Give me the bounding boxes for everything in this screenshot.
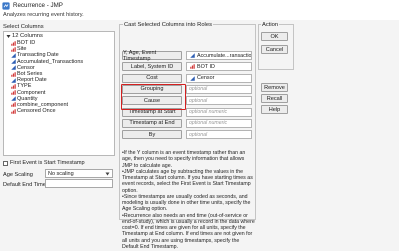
role-drop-box[interactable]: Accumulate...ransactions [186,51,252,60]
role-button-label-system-id[interactable]: Label, System ID [122,62,182,72]
default-end-timestamp-input[interactable] [45,179,113,188]
role-button-timestamp-at-end[interactable]: Timestamp at End [122,118,182,128]
age-scaling-select[interactable]: No scaling [45,169,113,178]
cast-roles-title: Cast Selected Columns into Roles [123,22,213,28]
column-item[interactable]: Censored Once [4,108,114,114]
role-value: Censor [197,75,215,82]
role-drop-box[interactable]: Censor [186,73,252,83]
continuous-icon [189,75,195,81]
column-item-label: Report Date [17,77,47,84]
info-paragraph: •Since timestamps are usually coded as s… [122,193,251,213]
column-list-header[interactable]: 12 Columns [4,32,114,40]
role-placeholder: optional numeric [189,120,228,127]
column-item-label: combine_component [17,101,69,108]
grouping-cause-highlight [121,84,186,110]
collapse-triangle-icon[interactable] [5,33,11,39]
role-placeholder: optional [189,97,208,104]
nominal-icon [10,40,16,46]
jmp-app-icon [2,1,10,10]
column-item-label: Censored Once [17,108,56,115]
role-drop-box[interactable]: optional numeric [186,107,252,117]
nominal-icon [10,102,16,108]
role-placeholder: optional [189,86,208,93]
column-count: 12 Columns [12,33,43,39]
role-drop-box[interactable]: optional numeric [186,118,252,128]
title-bar: Recurrence - JMP [0,0,399,11]
role-button-by[interactable]: By [122,130,182,140]
first-event-option[interactable]: First Event is Start Timestamp [3,160,85,166]
info-paragraph: •If the Y column is an event timestamp r… [122,150,246,169]
first-event-label: First Event is Start Timestamp [10,160,85,166]
info-paragraph: •Recurrence also needs an end time (out-… [122,212,255,250]
column-item-label: Site [17,46,27,53]
cancel-button[interactable]: Cancel [261,45,288,54]
chevron-down-icon [105,172,110,176]
continuous-icon [189,53,195,59]
role-value: BOT ID [197,63,215,70]
role-placeholder: optional [189,131,208,138]
column-item-label: Transacting Date [17,52,59,59]
role-drop-box[interactable]: optional [186,130,252,140]
column-item-label: Censor [17,64,35,71]
role-drop-box[interactable]: optional [186,96,252,106]
nominal-icon [10,71,16,77]
continuous-icon [10,52,16,58]
column-item-label: Quantity [17,95,38,102]
column-item-label: Accumulated_Transactions [17,58,84,65]
column-item-label: Component [17,89,46,96]
nominal-icon [10,90,16,96]
roles-info-text: •If the Y column is an event timestamp r… [122,150,255,250]
select-columns-label: Select Columns [3,24,44,30]
column-list[interactable]: 12 Columns BOT ID Site Transacting Date Acc… [3,31,115,156]
role-button-y-age-event-timestamp[interactable]: Y, Age, Event Timestamp [122,50,182,62]
age-scaling-value: No scaling [48,170,74,177]
recall-button[interactable]: Recall [261,94,288,103]
recurrence-dialog: Select Columns 12 Columns BOT ID Site Tran… [0,20,399,251]
nominal-icon [10,83,16,89]
action-title: Action [261,22,280,28]
role-drop-box[interactable]: BOT ID [186,62,252,72]
continuous-icon [10,77,16,83]
role-value: Accumulate...ransactions [197,52,252,59]
role-button-cost[interactable]: Cost [122,73,182,83]
continuous-icon [10,65,16,71]
window-subtitle: Analyzes recurring event history. [3,12,84,18]
info-paragraph: •JMP calculates age by subtracting the v… [122,168,253,194]
continuous-icon [10,59,16,65]
nominal-icon [189,64,195,70]
first-event-checkbox[interactable] [3,160,8,166]
column-item-label: Bot Series [17,71,43,78]
role-drop-box[interactable]: optional [186,84,252,94]
nominal-icon [10,108,16,114]
role-placeholder: optional numeric [189,109,228,115]
ok-button[interactable]: OK [261,32,288,41]
column-item-label: BOT ID [17,40,36,47]
remove-button[interactable]: Remove [261,83,288,92]
age-scaling-label: Age Scaling [3,172,33,178]
nominal-icon [10,46,16,52]
help-button[interactable]: Help [261,105,288,114]
column-item-label: TYPE [17,83,32,90]
window-title: Recurrence - JMP [13,2,63,9]
continuous-icon [10,96,16,102]
